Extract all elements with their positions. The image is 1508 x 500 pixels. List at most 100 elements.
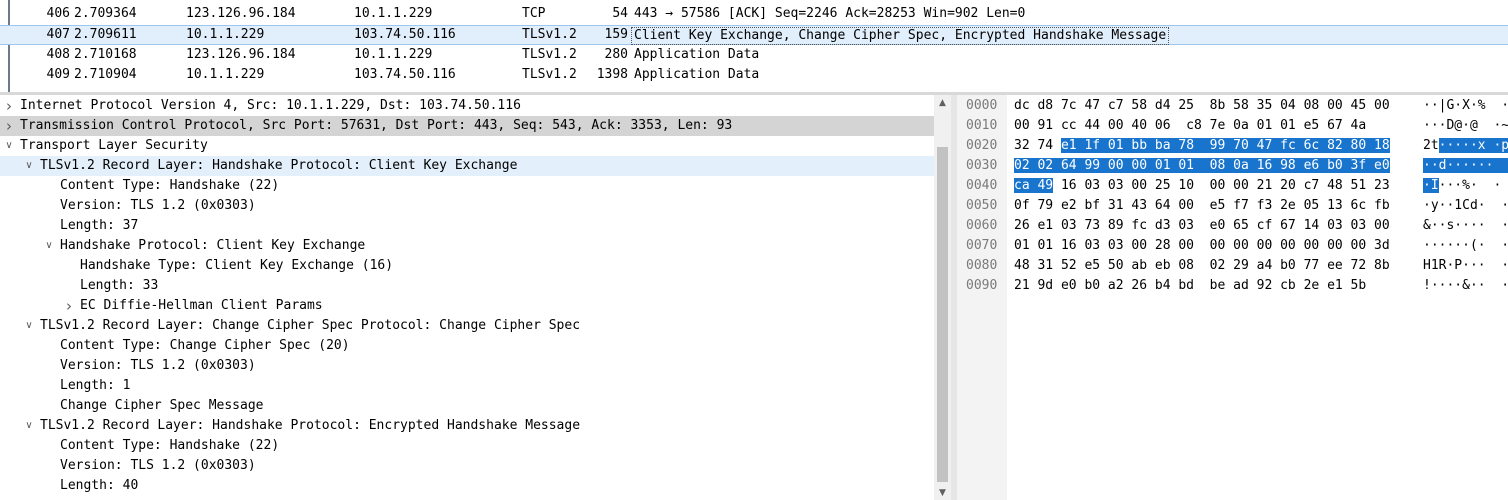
tree-node[interactable]: Content Type: Change Cipher Spec (20): [0, 336, 934, 356]
tree-node[interactable]: Version: TLS 1.2 (0x0303): [0, 196, 934, 216]
hex-row[interactable]: 0080 48 31 52 e5 50 ab eb 08 02 29 a4 b0 …: [957, 256, 1508, 276]
hex-bytes[interactable]: ca 49 16 03 03 00 25 10 00 00 21 20 c7 4…: [1014, 176, 1390, 196]
tree-node[interactable]: Transmission Control Protocol, Src Port:…: [0, 116, 934, 136]
packet-list[interactable]: 406 2.709364 123.126.96.184 10.1.1.229 T…: [0, 0, 1508, 92]
tree-node[interactable]: Content Type: Handshake (22): [0, 436, 934, 456]
packet-destination: 10.1.1.229: [354, 6, 433, 21]
hex-row[interactable]: 0050 0f 79 e2 bf 31 43 64 00 e5 f7 f3 2e …: [957, 196, 1508, 216]
ascii-plain: &··s···· ·e: [1423, 218, 1508, 233]
ascii-bytes[interactable]: ··|G·X·% ·X: [1423, 96, 1508, 116]
hex-row[interactable]: 0000 dc d8 7c 47 c7 58 d4 25 8b 58 35 04 …: [957, 96, 1508, 116]
tree-node[interactable]: Length: 33: [0, 276, 934, 296]
hex-bytes-plain: 00 91 cc 44 00 40 06 c8 7e 0a 01 01 e5 6…: [1014, 118, 1367, 133]
scrollbar-thumb[interactable]: [937, 147, 948, 482]
tree-node[interactable]: Length: 37: [0, 216, 934, 236]
ascii-plain: ···%· ·: [1438, 178, 1502, 193]
chevron-down-icon[interactable]: [23, 316, 35, 336]
packet-time: 2.709364: [74, 6, 137, 21]
tree-node[interactable]: Length: 40: [0, 476, 934, 496]
hex-row[interactable]: 0060 26 e1 03 73 89 fc d3 03 e0 65 cf 67 …: [957, 216, 1508, 236]
packet-destination: 103.74.50.116: [354, 67, 456, 82]
ascii-bytes[interactable]: !····&·· ·: [1423, 276, 1508, 296]
ascii-bytes[interactable]: ·I···%· ·: [1423, 176, 1501, 196]
tree-node-label: Content Type: Handshake (22): [60, 178, 280, 193]
hex-bytes-selected: 02 02 64 99 00 00 01 01 08 0a 16 98 e6 b…: [1014, 158, 1390, 173]
hex-bytes[interactable]: 02 02 64 99 00 00 01 01 08 0a 16 98 e6 b…: [1014, 156, 1390, 176]
packet-row-407[interactable]: 407 2.709611 10.1.1.229 103.74.50.116 TL…: [0, 25, 1508, 45]
tree-node[interactable]: EC Diffie-Hellman Client Params: [0, 296, 934, 316]
tree-node-label: Length: 37: [60, 218, 139, 233]
tree-node-label: Length: 33: [80, 278, 159, 293]
hex-bytes[interactable]: 00 91 cc 44 00 40 06 c8 7e 0a 01 01 e5 6…: [1014, 116, 1366, 136]
ascii-bytes[interactable]: &··s···· ·e: [1423, 216, 1508, 236]
packet-number: 409: [46, 67, 70, 82]
tree-node[interactable]: TLSv1.2 Record Layer: Change Cipher Spec…: [0, 316, 934, 336]
tree-node[interactable]: Content Type: Handshake (22): [0, 176, 934, 196]
details-scrollbar[interactable]: ▲ ▼: [934, 95, 951, 500]
tree-node-label: TLSv1.2 Record Layer: Handshake Protocol…: [40, 418, 581, 433]
hex-bytes[interactable]: 26 e1 03 73 89 fc d3 03 e0 65 cf 67 14 0…: [1014, 216, 1390, 236]
hex-row[interactable]: 0020 32 74 e1 1f 01 bb ba 78 99 70 47 fc …: [957, 136, 1508, 156]
tree-node[interactable]: Change Cipher Spec Message: [0, 396, 934, 416]
hex-bytes[interactable]: 48 31 52 e5 50 ab eb 08 02 29 a4 b0 77 e…: [1014, 256, 1390, 276]
tree-node-label: Version: TLS 1.2 (0x0303): [60, 198, 256, 213]
ascii-bytes[interactable]: ·y··1Cd· ·: [1423, 196, 1508, 216]
packet-row-408[interactable]: 408 2.710168 123.126.96.184 10.1.1.229 T…: [0, 45, 1508, 65]
chevron-down-icon[interactable]: [3, 136, 15, 156]
tree-node-label: Internet Protocol Version 4, Src: 10.1.1…: [20, 98, 521, 113]
hex-row[interactable]: 0030 02 02 64 99 00 00 01 01 08 0a 16 98 …: [957, 156, 1508, 176]
hex-bytes[interactable]: 0f 79 e2 bf 31 43 64 00 e5 f7 f3 2e 05 1…: [1014, 196, 1390, 216]
packet-time: 2.710904: [74, 67, 137, 82]
packet-info: 443 → 57586 [ACK] Seq=2246 Ack=28253 Win…: [634, 6, 1026, 21]
hex-bytes-selected: e1 1f 01 bb ba 78 99 70 47 fc 6c 82 80 1…: [1060, 138, 1390, 153]
hex-bytes-plain: 48 31 52 e5 50 ab eb 08 02 29 a4 b0 77 e…: [1014, 258, 1390, 273]
packet-protocol: TLSv1.2: [522, 27, 577, 42]
hex-bytes[interactable]: 21 9d e0 b0 a2 26 b4 bd be ad 92 cb 2e e…: [1014, 276, 1366, 296]
chevron-down-icon[interactable]: [43, 236, 55, 256]
hex-row[interactable]: 0090 21 9d e0 b0 a2 26 b4 bd be ad 92 cb …: [957, 276, 1508, 296]
packet-row-406[interactable]: 406 2.709364 123.126.96.184 10.1.1.229 T…: [0, 4, 1508, 24]
scroll-up-arrow-icon[interactable]: ▲: [934, 95, 951, 112]
tree-node[interactable]: Internet Protocol Version 4, Src: 10.1.1…: [0, 96, 934, 116]
hex-row[interactable]: 0040 ca 49 16 03 03 00 25 10 00 00 21 20 …: [957, 176, 1508, 196]
packet-row-409[interactable]: 409 2.710904 10.1.1.229 103.74.50.116 TL…: [0, 65, 1508, 85]
hex-bytes[interactable]: 32 74 e1 1f 01 bb ba 78 99 70 47 fc 6c 8…: [1014, 136, 1390, 156]
chevron-down-icon[interactable]: [23, 156, 35, 176]
tree-node[interactable]: Version: TLS 1.2 (0x0303): [0, 456, 934, 476]
ascii-bytes[interactable]: ······(· ·: [1423, 236, 1508, 256]
packet-details-tree[interactable]: Internet Protocol Version 4, Src: 10.1.1…: [0, 95, 934, 500]
tree-node-label: Length: 40: [60, 478, 139, 493]
byte-offset: 0000: [966, 98, 998, 113]
tree-node[interactable]: TLSv1.2 Record Layer: Handshake Protocol…: [0, 416, 934, 436]
tree-node[interactable]: Handshake Type: Client Key Exchange (16): [0, 256, 934, 276]
hex-row[interactable]: 0070 01 01 16 03 03 00 28 00 00 00 00 00 …: [957, 236, 1508, 256]
hex-row[interactable]: 0010 00 91 cc 44 00 40 06 c8 7e 0a 01 01 …: [957, 116, 1508, 136]
ascii-bytes[interactable]: H1R·P··· ·): [1423, 256, 1508, 276]
hex-bytes[interactable]: dc d8 7c 47 c7 58 d4 25 8b 58 35 04 08 0…: [1014, 96, 1390, 116]
ascii-bytes[interactable]: ··d······ ·: [1423, 156, 1508, 176]
tree-node-label: Handshake Protocol: Client Key Exchange: [60, 238, 366, 253]
hex-bytes-plain: 26 e1 03 73 89 fc d3 03 e0 65 cf 67 14 0…: [1014, 218, 1390, 233]
tree-node[interactable]: Handshake Protocol: Client Key Exchange: [0, 236, 934, 256]
packet-bytes-pane[interactable]: 0000 dc d8 7c 47 c7 58 d4 25 8b 58 35 04 …: [957, 95, 1508, 500]
ascii-plain: !····&·· ·: [1423, 278, 1508, 293]
packet-destination: 10.1.1.229: [354, 47, 433, 62]
hex-bytes-plain: 32 74: [1014, 138, 1061, 153]
tree-node[interactable]: Version: TLS 1.2 (0x0303): [0, 356, 934, 376]
byte-offset: 0040: [966, 178, 998, 193]
tree-node[interactable]: TLSv1.2 Record Layer: Handshake Protocol…: [0, 156, 934, 176]
scroll-down-arrow-icon[interactable]: ▼: [934, 487, 951, 500]
hex-bytes[interactable]: 01 01 16 03 03 00 28 00 00 00 00 00 00 0…: [1014, 236, 1390, 256]
tree-node-label: Version: TLS 1.2 (0x0303): [60, 358, 256, 373]
ascii-selected: ·I: [1423, 178, 1439, 193]
packet-length: 159: [604, 27, 628, 42]
hex-bytes-plain: 21 9d e0 b0 a2 26 b4 bd be ad 92 cb 2e e…: [1014, 278, 1367, 293]
tree-node[interactable]: Length: 1: [0, 376, 934, 396]
ascii-bytes[interactable]: ···D@·@ ·~: [1423, 116, 1508, 136]
tree-node[interactable]: Transport Layer Security: [0, 136, 934, 156]
ascii-selected: ·····x ·p: [1438, 138, 1508, 153]
ascii-bytes[interactable]: 2t·····x ·p: [1423, 136, 1508, 156]
packet-protocol: TLSv1.2: [522, 67, 577, 82]
chevron-down-icon[interactable]: [23, 416, 35, 436]
packet-length: 280: [604, 47, 628, 62]
